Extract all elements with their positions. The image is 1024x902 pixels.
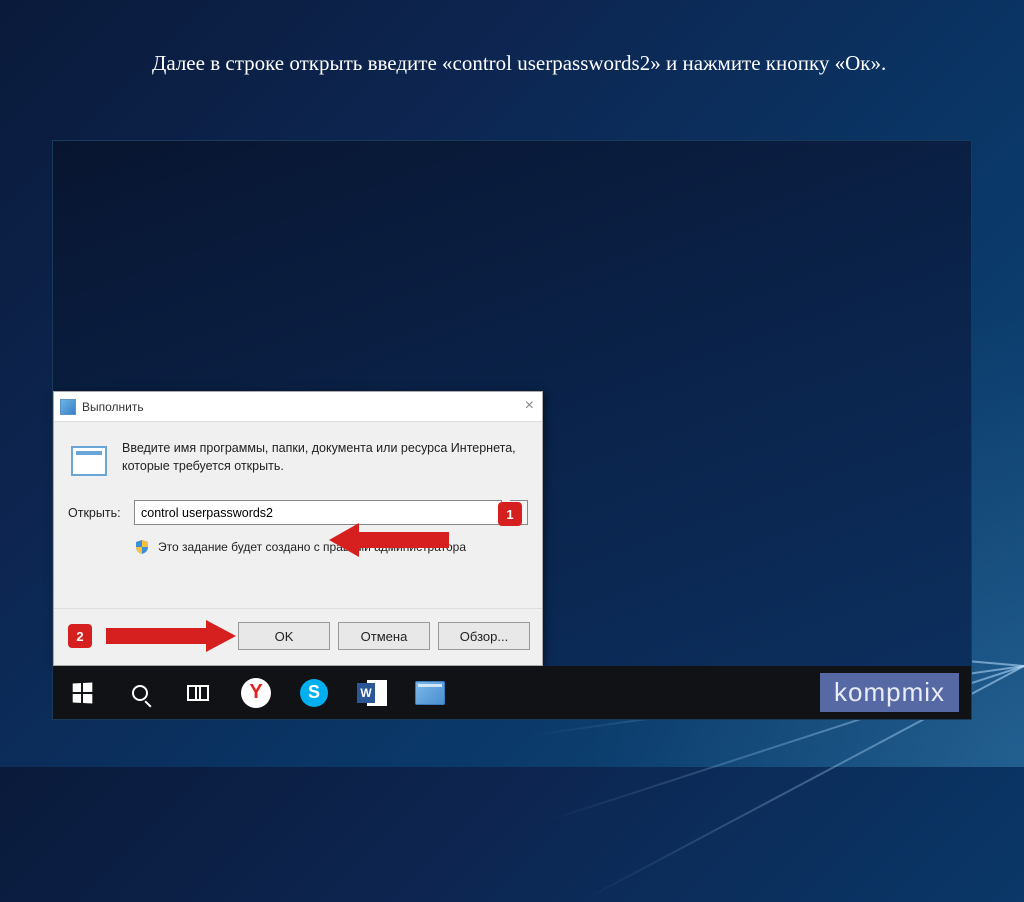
dialog-description: Введите имя программы, папки, документа … [122, 440, 528, 475]
skype-button[interactable]: S [285, 666, 343, 719]
run-dialog-icon [68, 440, 110, 482]
word-icon [357, 680, 387, 706]
browse-button[interactable]: Обзор... [438, 622, 530, 650]
start-button[interactable] [53, 666, 111, 719]
cancel-button[interactable]: Отмена [338, 622, 430, 650]
search-icon [132, 685, 148, 701]
run-dialog: Выполнить × Введите имя программы, папки… [53, 391, 543, 666]
task-view-icon [187, 685, 209, 701]
control-panel-button[interactable] [401, 666, 459, 719]
skype-icon: S [300, 679, 328, 707]
windows-logo-icon [73, 682, 93, 703]
arrow-annotation-1 [329, 520, 449, 560]
dialog-titlebar[interactable]: Выполнить × [54, 392, 542, 422]
dialog-body: Введите имя программы, папки, документа … [54, 422, 542, 608]
annotation-badge-1: 1 [498, 502, 522, 526]
ok-button[interactable]: OK [238, 622, 330, 650]
watermark: kompmix [820, 673, 959, 712]
run-icon [60, 399, 76, 415]
shield-icon [134, 539, 150, 555]
open-label: Открыть: [68, 506, 126, 520]
screenshot-container: Выполнить × Введите имя программы, папки… [52, 140, 972, 720]
dialog-button-row: OK Отмена Обзор... 2 [54, 608, 542, 663]
dialog-title: Выполнить [82, 400, 144, 414]
yandex-browser-button[interactable]: Y [227, 666, 285, 719]
control-panel-icon [415, 681, 445, 705]
task-view-button[interactable] [169, 666, 227, 719]
search-button[interactable] [111, 666, 169, 719]
close-icon[interactable]: × [525, 397, 534, 415]
instruction-text: Далее в строке открыть введите «control … [52, 48, 972, 80]
word-button[interactable] [343, 666, 401, 719]
arrow-annotation-2 [106, 618, 236, 654]
yandex-icon: Y [241, 678, 271, 708]
annotation-badge-2: 2 [68, 624, 92, 648]
